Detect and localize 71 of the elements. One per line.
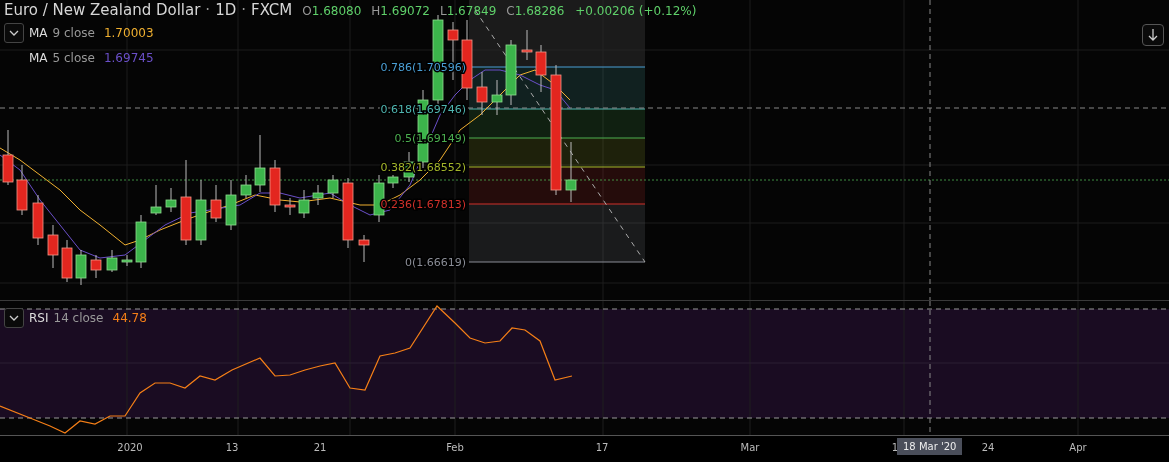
ohlc-value: 1.68286: [514, 4, 565, 18]
candle: [476, 71, 488, 116]
candle: [521, 29, 533, 61]
time-axis-label: Apr: [1069, 442, 1087, 453]
candle: [358, 234, 370, 263]
price-change: +0.00206 (+0.12%): [575, 4, 697, 18]
indicator-params: 14 close: [53, 311, 104, 325]
candle: [505, 39, 517, 106]
fib-level-label: 0(1.66619): [404, 256, 466, 269]
candle: [269, 159, 281, 213]
indicator-value: 1.69745: [103, 51, 154, 65]
candle: [284, 197, 296, 216]
candle: [47, 224, 59, 269]
candle: [195, 179, 207, 246]
candle: [254, 134, 266, 193]
indicator-name: MA: [29, 26, 48, 40]
time-axis-label: 17: [595, 442, 609, 453]
ohlc-value: 1.68080: [311, 4, 362, 18]
candle: [240, 174, 252, 199]
candle: [90, 254, 102, 279]
candle: [210, 184, 222, 223]
source-label: FXCM: [251, 1, 293, 19]
candle: [387, 174, 399, 189]
candle: [327, 174, 339, 199]
indicator-params: 9 close: [52, 26, 95, 40]
candle: [106, 249, 118, 273]
candle: [491, 79, 503, 116]
candle: [565, 141, 577, 203]
ohlc-label: H: [371, 4, 381, 18]
time-axis-label: 1: [891, 442, 899, 453]
candle: [150, 184, 162, 216]
candle: [16, 164, 28, 216]
candle: [61, 239, 73, 283]
collapse-button[interactable]: [4, 23, 24, 43]
candle: [2, 129, 14, 186]
separator-dot: ·: [205, 1, 211, 19]
crosshair-date-label: 18 Mar '20: [897, 438, 963, 455]
ohlc-value: 1.67849: [446, 4, 497, 18]
candle: [165, 187, 177, 213]
candle: [225, 179, 237, 231]
indicator-value: 1.70003: [103, 26, 154, 40]
indicator-value: 44.78: [112, 311, 147, 325]
time-axis-label: 24: [981, 442, 995, 453]
chevron-down-icon: [9, 315, 19, 321]
candle: [312, 184, 324, 206]
ohlc-value: 1.69072: [380, 4, 430, 18]
candle: [535, 44, 547, 93]
separator-dot: ·: [241, 1, 246, 19]
scroll-to-latest-button[interactable]: [1142, 24, 1164, 46]
indicator-params: 5 close: [52, 51, 95, 65]
candle: [135, 214, 147, 269]
time-axis-label: 2020: [117, 442, 143, 453]
candle: [32, 194, 44, 246]
collapse-button[interactable]: [4, 308, 24, 328]
interval-label: 1D: [215, 1, 237, 19]
arrow-down-icon: [1148, 29, 1158, 41]
candle: [298, 189, 310, 219]
time-axis-label: 21: [313, 442, 327, 453]
ohlc-label: L: [440, 4, 447, 18]
indicator-name: RSI: [29, 311, 49, 325]
symbol-title: Euro / New Zealand Dollar: [4, 1, 201, 19]
chevron-down-icon: [9, 30, 19, 36]
candle: [75, 249, 87, 286]
candle: [342, 177, 354, 249]
candle: [121, 254, 133, 267]
ohlc-label: O: [302, 4, 312, 18]
time-axis-label: 13: [225, 442, 239, 453]
indicator-name: MA: [29, 51, 48, 65]
time-axis-label: Mar: [740, 442, 760, 453]
time-axis-label: Feb: [446, 442, 464, 453]
ohlc-label: C: [506, 4, 515, 18]
